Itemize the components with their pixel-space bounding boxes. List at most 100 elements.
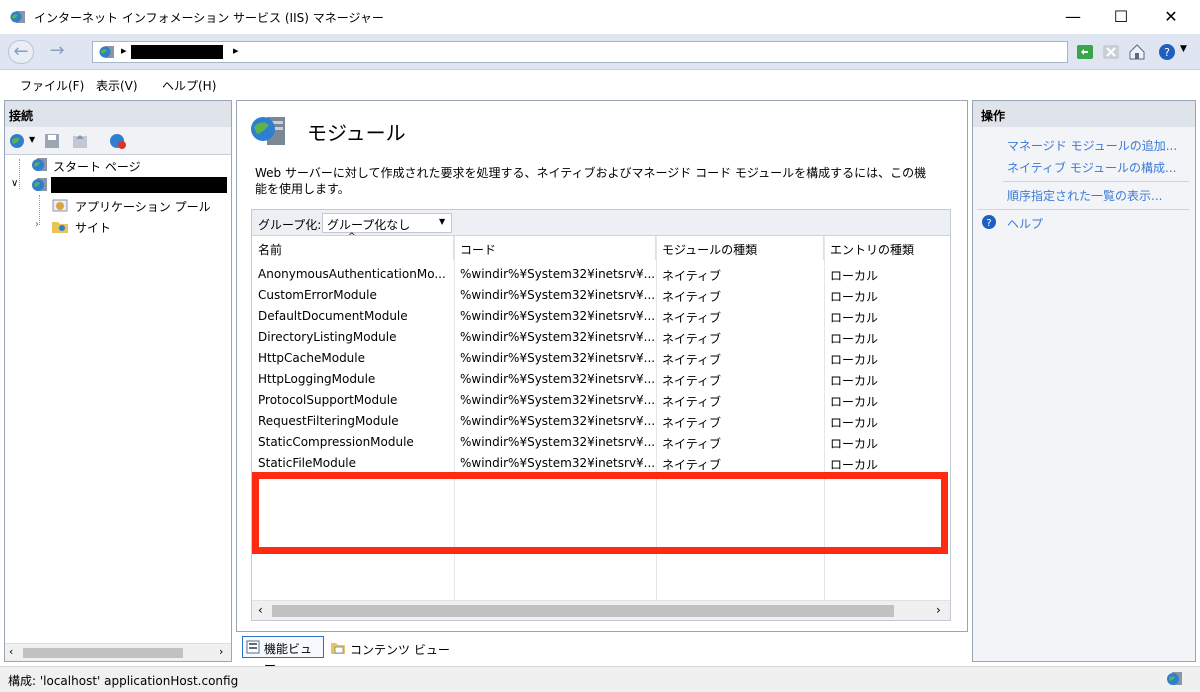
breadcrumb-separator[interactable]: ▸ — [121, 44, 127, 57]
svg-text:?: ? — [1164, 46, 1170, 59]
scroll-right-icon[interactable]: › — [219, 645, 223, 658]
status-server-icon — [1167, 672, 1182, 685]
scroll-thumb[interactable] — [23, 648, 183, 658]
table-row[interactable]: StaticFileModule %windir%¥System32¥inets… — [252, 453, 950, 474]
column-header-entry-type[interactable]: エントリの種類 — [824, 236, 950, 260]
cell-module-type: ネイティブ — [662, 332, 722, 346]
cell-code: %windir%¥System32¥inetsrv¥... — [460, 330, 654, 344]
breadcrumb-separator[interactable]: ▸ — [233, 44, 239, 57]
cell-code: %windir%¥System32¥inetsrv¥... — [460, 393, 654, 407]
table-row[interactable]: RequestFilteringModule %windir%¥System32… — [252, 411, 950, 432]
grid-horizontal-scrollbar[interactable]: ‹ › — [252, 600, 950, 620]
help-icon: ? — [982, 215, 996, 229]
cell-name: AnonymousAuthenticationMo... — [258, 267, 446, 281]
tab-features-view[interactable]: 機能ビュー — [242, 636, 324, 673]
tab-content-view[interactable]: コンテンツ ビュー — [350, 641, 450, 658]
column-header-module-type[interactable]: モジュールの種類 — [656, 236, 824, 260]
table-row[interactable]: CustomErrorModule %windir%¥System32¥inet… — [252, 285, 950, 306]
back-arrow-icon: ← — [13, 41, 29, 62]
connections-toolbar: ▼ — [5, 127, 231, 155]
table-row[interactable]: ProtocolSupportModule %windir%¥System32¥… — [252, 390, 950, 411]
start-page-icon — [32, 158, 47, 171]
close-button[interactable]: ✕ — [1148, 0, 1194, 34]
action-configure-native-modules[interactable]: ネイティブ モジュールの構成... — [1007, 159, 1176, 176]
table-row[interactable]: AnonymousAuthenticationMo... %windir%¥Sy… — [252, 264, 950, 285]
content-view-icon — [331, 643, 345, 654]
horizontal-scrollbar[interactable]: ‹ › — [5, 643, 231, 661]
column-header-name[interactable]: 名前 ^ — [252, 232, 454, 260]
app-pool-icon — [52, 199, 68, 212]
cell-entry-type: ローカル — [830, 353, 879, 367]
scroll-left-icon[interactable]: ‹ — [9, 645, 13, 658]
svg-text:?: ? — [986, 218, 991, 229]
cell-name: HttpLoggingModule — [258, 372, 376, 386]
cell-entry-type: ローカル — [830, 332, 879, 346]
cell-module-type: ネイティブ — [662, 269, 722, 283]
cell-module-type: ネイティブ — [662, 290, 722, 304]
scroll-right-icon[interactable]: › — [936, 603, 941, 617]
group-by-bar: グループ化: グループ化なし ▼ — [252, 210, 950, 236]
chevron-down-icon: ▼ — [439, 217, 446, 226]
action-view-ordered-list[interactable]: 順序指定された一覧の表示... — [1007, 187, 1162, 204]
scroll-left-icon[interactable]: ‹ — [258, 603, 263, 617]
feature-description: Web サーバーに対して作成された要求を処理する、ネイティブおよびマネージド コ… — [255, 166, 927, 196]
cell-module-type: ネイティブ — [662, 311, 722, 325]
address-bar: ← → ▸ ▸ ? ▼ — [0, 34, 1200, 70]
action-help[interactable]: ヘルプ — [1007, 215, 1043, 232]
content-panel: モジュール Web サーバーに対して作成された要求を処理する、ネイティブおよびマ… — [236, 100, 968, 632]
server-icon — [32, 178, 47, 191]
menu-help[interactable]: ヘルプ(H) — [162, 77, 216, 94]
modules-feature-icon — [251, 117, 285, 145]
tree-item-app-pools[interactable]: アプリケーション プール — [75, 198, 211, 215]
table-row[interactable]: DefaultDocumentModule %windir%¥System32¥… — [252, 306, 950, 327]
maximize-button[interactable]: ☐ — [1098, 0, 1144, 34]
up-level-icon[interactable] — [71, 132, 89, 150]
cell-code: %windir%¥System32¥inetsrv¥... — [460, 435, 654, 449]
disconnect-icon[interactable] — [109, 132, 127, 150]
cell-name: DirectoryListingModule — [258, 330, 397, 344]
cell-module-type: ネイティブ — [662, 353, 722, 367]
help-dropdown-icon[interactable]: ? — [1158, 43, 1176, 61]
highlight-annotation-box — [252, 472, 948, 554]
home-icon[interactable] — [1128, 43, 1146, 61]
cell-module-type: ネイティブ — [662, 437, 722, 451]
chevron-right-icon[interactable]: › — [35, 219, 39, 230]
chevron-down-icon[interactable]: ▼ — [29, 135, 35, 144]
window-title: インターネット インフォメーション サービス (IIS) マネージャー — [34, 11, 384, 25]
table-row[interactable]: DirectoryListingModule %windir%¥System32… — [252, 327, 950, 348]
redacted-server-node[interactable] — [51, 177, 227, 193]
chevron-down-icon[interactable]: ∨ — [11, 178, 18, 189]
menu-bar: ファイル(F) 表示(V) ヘルプ(H) — [0, 70, 1200, 100]
action-add-managed-module[interactable]: マネージド モジュールの追加... — [1007, 137, 1177, 154]
tree-item-start-page[interactable]: スタート ページ — [53, 158, 141, 175]
server-icon — [99, 46, 114, 58]
tree-item-sites[interactable]: サイト — [75, 219, 111, 236]
menu-file[interactable]: ファイル(F) — [20, 77, 84, 94]
view-tabs: 機能ビュー コンテンツ ビュー — [236, 634, 968, 673]
stop-icon[interactable] — [1102, 43, 1120, 61]
cell-module-type: ネイティブ — [662, 395, 722, 409]
status-bar: 構成: 'localhost' applicationHost.config — [0, 666, 1200, 692]
connect-icon[interactable] — [9, 132, 27, 150]
forward-button[interactable]: → — [44, 40, 70, 64]
group-by-label: グループ化: — [258, 218, 322, 232]
column-header-code[interactable]: コード — [454, 236, 656, 260]
refresh-icon[interactable] — [1076, 43, 1094, 61]
divider — [977, 209, 1189, 210]
menu-view[interactable]: 表示(V) — [96, 77, 138, 94]
table-row[interactable]: StaticCompressionModule %windir%¥System3… — [252, 432, 950, 453]
address-input[interactable]: ▸ ▸ — [92, 41, 1068, 63]
status-text: 構成: 'localhost' applicationHost.config — [8, 674, 239, 688]
table-row[interactable]: HttpLoggingModule %windir%¥System32¥inet… — [252, 369, 950, 390]
chevron-down-icon[interactable]: ▼ — [1180, 44, 1187, 54]
save-icon[interactable] — [43, 132, 61, 150]
back-button[interactable]: ← — [8, 40, 34, 64]
page-title: モジュール — [307, 121, 406, 145]
group-by-dropdown[interactable]: グループ化なし ▼ — [322, 213, 452, 233]
table-row[interactable]: HttpCacheModule %windir%¥System32¥inetsr… — [252, 348, 950, 369]
cell-entry-type: ローカル — [830, 416, 879, 430]
sites-folder-icon — [52, 222, 68, 233]
cell-name: StaticFileModule — [258, 456, 357, 470]
minimize-button[interactable]: — — [1050, 0, 1096, 34]
scroll-thumb[interactable] — [272, 605, 894, 617]
